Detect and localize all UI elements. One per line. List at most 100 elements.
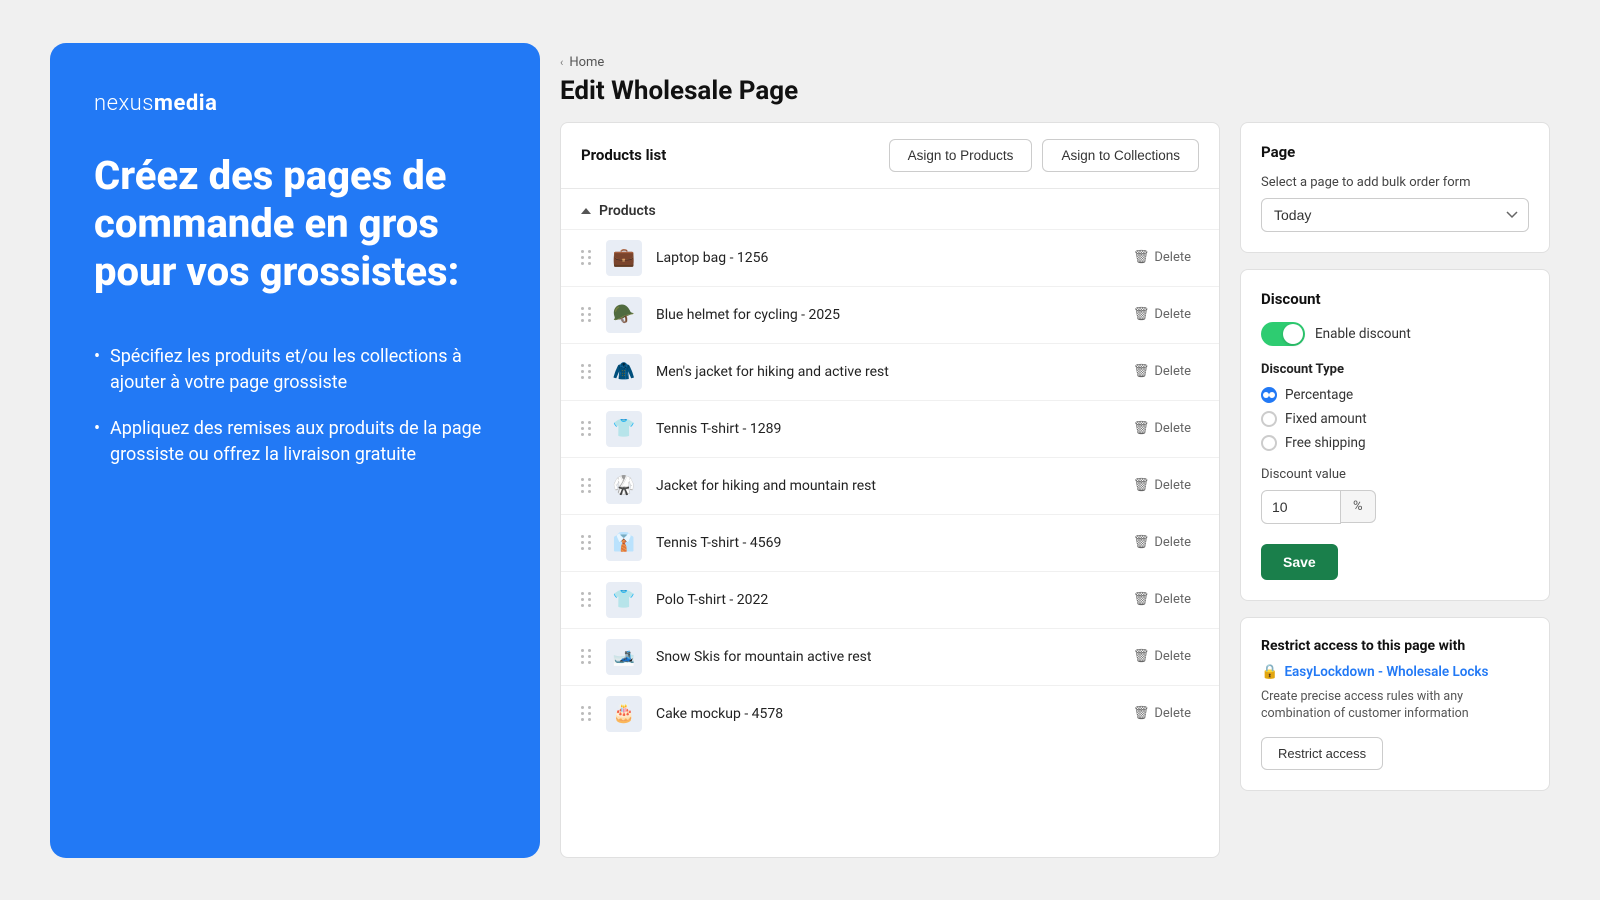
table-row: 🥋 Jacket for hiking and mountain rest 🗑 … (561, 457, 1219, 514)
main-area: Products list Asign to Products Asign to… (560, 122, 1550, 858)
delete-button[interactable]: 🗑 Delete (1125, 417, 1199, 440)
drag-handle-icon[interactable] (581, 706, 592, 721)
right-content: ‹ Home Edit Wholesale Page Products list… (560, 43, 1550, 858)
lock-icon: 🔒 (1261, 664, 1278, 680)
products-list-label: Products list (581, 146, 666, 164)
radio-percentage-circle (1261, 387, 1277, 403)
page-card-title: Page (1261, 143, 1529, 161)
section-label-text: Products (599, 203, 656, 219)
trash-icon: 🗑 (1133, 706, 1150, 721)
discount-title: Discount (1261, 290, 1529, 308)
delete-button[interactable]: 🗑 Delete (1125, 246, 1199, 269)
trash-icon: 🗑 (1133, 649, 1150, 664)
bullet-list: Spécifiez les produits et/ou les collect… (94, 344, 496, 468)
drag-handle-icon[interactable] (581, 421, 592, 436)
discount-suffix: % (1341, 490, 1376, 523)
product-thumbnail: 🪖 (606, 297, 642, 333)
product-name: Men's jacket for hiking and active rest (656, 364, 1111, 380)
table-row: 🪖 Blue helmet for cycling - 2025 🗑 Delet… (561, 286, 1219, 343)
product-thumbnail: 👔 (606, 525, 642, 561)
drag-handle-icon[interactable] (581, 250, 592, 265)
drag-handle-icon[interactable] (581, 535, 592, 550)
breadcrumb-home-link[interactable]: Home (569, 55, 604, 70)
drag-handle-icon[interactable] (581, 364, 592, 379)
toggle-row: Enable discount (1261, 322, 1529, 346)
product-thumbnail: 👕 (606, 582, 642, 618)
delete-button[interactable]: 🗑 Delete (1125, 702, 1199, 725)
trash-icon: 🗑 (1133, 307, 1150, 322)
restrict-access-card: Restrict access to this page with 🔒 Easy… (1240, 617, 1550, 791)
enable-discount-label: Enable discount (1315, 326, 1411, 342)
table-row: 👕 Polo T-shirt - 2022 🗑 Delete (561, 571, 1219, 628)
discount-value-label: Discount value (1261, 467, 1529, 482)
delete-button[interactable]: 🗑 Delete (1125, 531, 1199, 554)
brand-name-regular: nexus (94, 91, 154, 116)
breadcrumb-chevron-icon: ‹ (560, 56, 563, 69)
trash-icon: 🗑 (1133, 250, 1150, 265)
trash-icon: 🗑 (1133, 592, 1150, 607)
brand-logo: nexusmedia (94, 91, 496, 116)
radio-free-shipping-circle (1261, 435, 1277, 451)
restrict-access-button[interactable]: Restrict access (1261, 737, 1383, 770)
table-row: 👔 Tennis T-shirt - 4569 🗑 Delete (561, 514, 1219, 571)
assign-collections-button[interactable]: Asign to Collections (1042, 139, 1199, 172)
trash-icon: 🗑 (1133, 364, 1150, 379)
delete-button[interactable]: 🗑 Delete (1125, 360, 1199, 383)
product-name: Snow Skis for mountain active rest (656, 649, 1111, 665)
header-buttons: Asign to Products Asign to Collections (889, 139, 1199, 172)
restrict-card-title: Restrict access to this page with (1261, 638, 1529, 654)
assign-products-button[interactable]: Asign to Products (889, 139, 1033, 172)
product-thumbnail: 💼 (606, 240, 642, 276)
table-row: 👕 Tennis T-shirt - 1289 🗑 Delete (561, 400, 1219, 457)
radio-percentage[interactable]: Percentage (1261, 387, 1529, 403)
discount-card: Discount Enable discount Discount Type P… (1240, 269, 1550, 601)
page-title: Edit Wholesale Page (560, 76, 1550, 106)
product-name: Tennis T-shirt - 1289 (656, 421, 1111, 437)
trash-icon: 🗑 (1133, 478, 1150, 493)
product-thumbnail: 🧥 (606, 354, 642, 390)
drag-handle-icon[interactable] (581, 307, 592, 322)
radio-fixed-circle (1261, 411, 1277, 427)
chevron-up-icon (581, 208, 591, 214)
delete-button[interactable]: 🗑 Delete (1125, 588, 1199, 611)
easylockdown-link[interactable]: 🔒 EasyLockdown - Wholesale Locks (1261, 664, 1529, 680)
breadcrumb: ‹ Home (560, 55, 1550, 70)
product-name: Jacket for hiking and mountain rest (656, 478, 1111, 494)
product-name: Polo T-shirt - 2022 (656, 592, 1111, 608)
delete-button[interactable]: 🗑 Delete (1125, 474, 1199, 497)
delete-button[interactable]: 🗑 Delete (1125, 645, 1199, 668)
bullet-item-1: Spécifiez les produits et/ou les collect… (94, 344, 496, 396)
page-select[interactable]: Today (1261, 198, 1529, 232)
product-name: Tennis T-shirt - 4569 (656, 535, 1111, 551)
products-section-label: Products (561, 189, 1219, 229)
discount-type-radio-group: Percentage Fixed amount Free shipping (1261, 387, 1529, 451)
delete-button[interactable]: 🗑 Delete (1125, 303, 1199, 326)
radio-fixed-amount[interactable]: Fixed amount (1261, 411, 1529, 427)
save-button[interactable]: Save (1261, 544, 1338, 580)
trash-icon: 🗑 (1133, 535, 1150, 550)
product-name: Laptop bag - 1256 (656, 250, 1111, 266)
discount-value-row: % (1261, 490, 1529, 524)
drag-handle-icon[interactable] (581, 649, 592, 664)
product-thumbnail: 🎂 (606, 696, 642, 732)
hero-title: Créez des pages de commande en gros pour… (94, 152, 496, 296)
discount-value-input[interactable] (1261, 490, 1341, 524)
drag-handle-icon[interactable] (581, 592, 592, 607)
center-panel: Products list Asign to Products Asign to… (560, 122, 1220, 858)
page-header: ‹ Home Edit Wholesale Page (560, 43, 1550, 122)
brand-name-bold: media (154, 91, 217, 116)
enable-discount-toggle[interactable] (1261, 322, 1305, 346)
table-row: 💼 Laptop bag - 1256 🗑 Delete (561, 229, 1219, 286)
radio-free-shipping[interactable]: Free shipping (1261, 435, 1529, 451)
bullet-item-2: Appliquez des remises aux produits de la… (94, 416, 496, 468)
product-thumbnail: 👕 (606, 411, 642, 447)
table-row: 🧥 Men's jacket for hiking and active res… (561, 343, 1219, 400)
trash-icon: 🗑 (1133, 421, 1150, 436)
page-card: Page Select a page to add bulk order for… (1240, 122, 1550, 253)
drag-handle-icon[interactable] (581, 478, 592, 493)
left-panel: nexusmedia Créez des pages de commande e… (50, 43, 540, 858)
product-thumbnail: 🥋 (606, 468, 642, 504)
product-thumbnail: 🎿 (606, 639, 642, 675)
product-name: Blue helmet for cycling - 2025 (656, 307, 1111, 323)
discount-type-label: Discount Type (1261, 362, 1529, 377)
